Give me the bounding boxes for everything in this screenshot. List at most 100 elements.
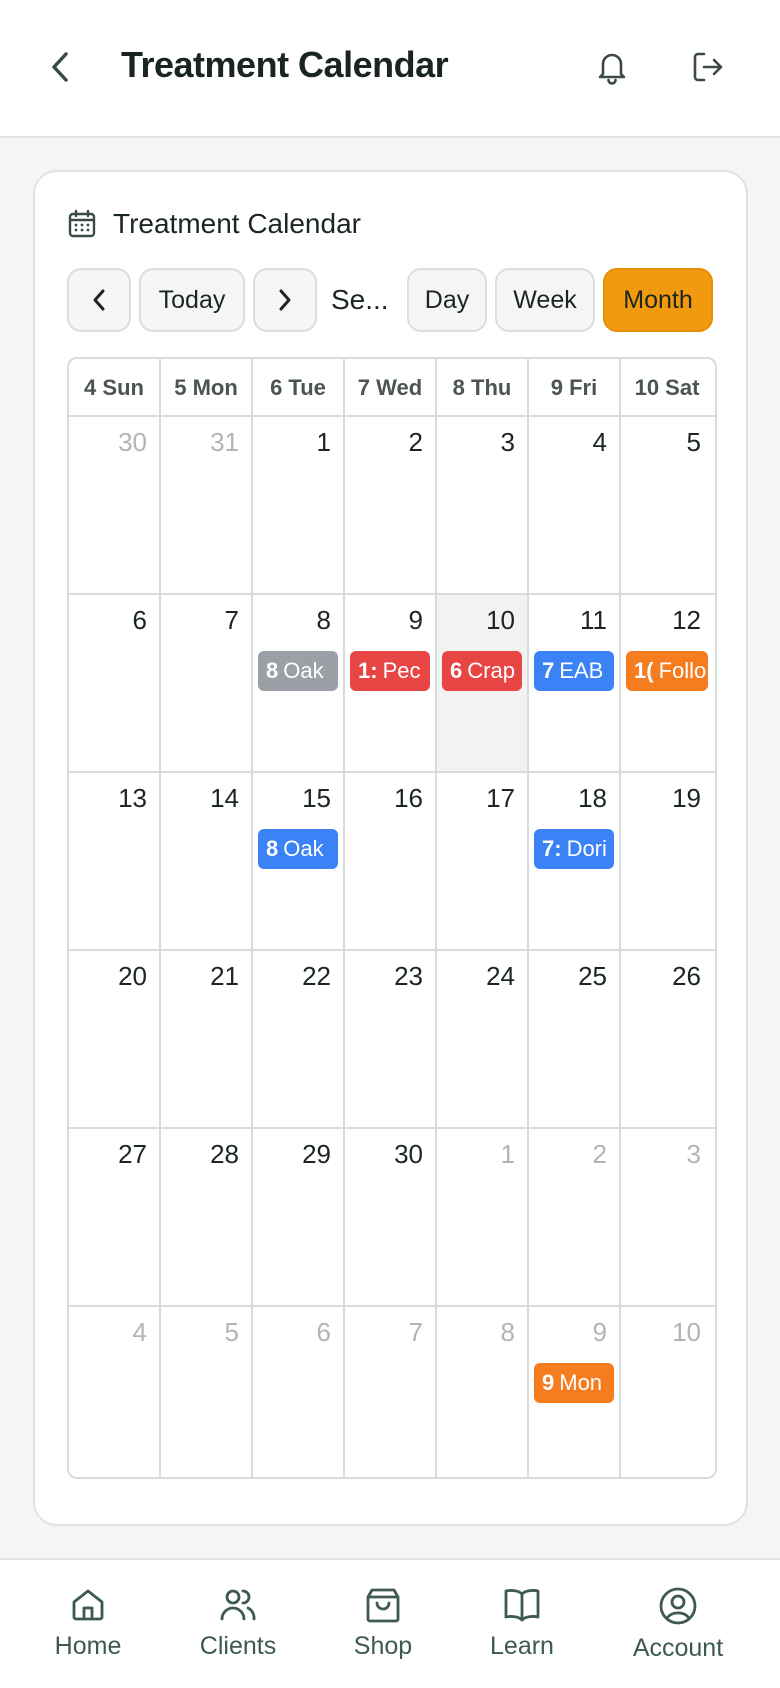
- calendar-event[interactable]: 8 Oak: [258, 651, 338, 691]
- day-cell[interactable]: 24: [437, 951, 529, 1127]
- nav-home[interactable]: Home: [28, 1586, 148, 1661]
- day-cell[interactable]: 11 7 EAB: [529, 595, 621, 771]
- calendar-toolbar: Today Se... Day Week Month: [67, 268, 717, 332]
- day-number: 25: [578, 961, 607, 991]
- weekday-header: 5 Mon: [161, 359, 253, 417]
- app-header: Treatment Calendar: [0, 0, 780, 138]
- day-cell[interactable]: 17: [437, 773, 529, 949]
- users-icon: [220, 1589, 256, 1621]
- day-cell-today[interactable]: 10 6 Crap: [437, 595, 529, 771]
- day-cell[interactable]: 28: [161, 1129, 253, 1305]
- day-number: 1: [500, 1139, 515, 1169]
- chevron-left-icon: [52, 52, 68, 82]
- day-cell[interactable]: 25: [529, 951, 621, 1127]
- day-cell[interactable]: 2: [345, 417, 437, 593]
- day-number: 10: [672, 1317, 701, 1347]
- day-cell[interactable]: 15 8 Oak: [253, 773, 345, 949]
- day-cell[interactable]: 20: [69, 951, 161, 1127]
- calendar-card: Treatment Calendar Today Se... Day Week …: [33, 170, 748, 1526]
- calendar-event[interactable]: 6 Crap: [442, 651, 522, 691]
- day-number: 4: [132, 1317, 147, 1347]
- day-cell[interactable]: 6: [69, 595, 161, 771]
- calendar-event[interactable]: 7 EAB: [534, 651, 614, 691]
- day-cell[interactable]: 7: [345, 1307, 437, 1477]
- logout-button[interactable]: [688, 47, 728, 87]
- day-cell[interactable]: 30: [345, 1129, 437, 1305]
- event-title: Oak: [283, 658, 324, 683]
- day-number: 7: [224, 605, 239, 635]
- nav-account[interactable]: Account: [618, 1586, 738, 1663]
- calendar-event[interactable]: 1(Follo: [626, 651, 708, 691]
- day-cell[interactable]: 30: [69, 417, 161, 593]
- day-cell[interactable]: 4: [69, 1307, 161, 1477]
- week-view-button[interactable]: Week: [495, 268, 595, 332]
- home-icon: [72, 1589, 104, 1621]
- day-cell[interactable]: 22: [253, 951, 345, 1127]
- day-number: 27: [118, 1139, 147, 1169]
- day-number: 6: [132, 605, 147, 635]
- day-cell[interactable]: 5: [161, 1307, 253, 1477]
- day-cell[interactable]: 10: [621, 1307, 713, 1477]
- day-cell[interactable]: 4: [529, 417, 621, 593]
- weekday-header: 4 Sun: [69, 359, 161, 417]
- nav-label: Home: [54, 1632, 122, 1660]
- day-cell[interactable]: 7: [161, 595, 253, 771]
- day-cell[interactable]: 16: [345, 773, 437, 949]
- day-number: 21: [210, 961, 239, 991]
- next-button[interactable]: [253, 268, 317, 332]
- day-cell[interactable]: 31: [161, 417, 253, 593]
- prev-button[interactable]: [67, 268, 131, 332]
- day-cell[interactable]: 23: [345, 951, 437, 1127]
- day-cell[interactable]: 14: [161, 773, 253, 949]
- day-number: 3: [686, 1139, 701, 1169]
- day-cell[interactable]: 26: [621, 951, 713, 1127]
- day-cell[interactable]: 5: [621, 417, 713, 593]
- day-number: 30: [118, 427, 147, 457]
- day-cell[interactable]: 8 8 Oak: [253, 595, 345, 771]
- chevron-left-icon: [93, 289, 105, 311]
- weekday-header: 7 Wed: [345, 359, 437, 417]
- event-time: 6: [450, 658, 463, 683]
- day-number: 10: [486, 605, 515, 635]
- month-view-button[interactable]: Month: [603, 268, 713, 332]
- day-number: 28: [210, 1139, 239, 1169]
- week-row: 20 21 22 23 24 25 26: [69, 951, 715, 1129]
- day-cell[interactable]: 19: [621, 773, 713, 949]
- calendar-event[interactable]: 1: Pec: [350, 651, 430, 691]
- calendar-event[interactable]: 9 Mon: [534, 1363, 614, 1403]
- day-cell[interactable]: 21: [161, 951, 253, 1127]
- notifications-button[interactable]: [592, 47, 632, 87]
- day-cell[interactable]: 1: [437, 1129, 529, 1305]
- day-cell[interactable]: 3: [437, 417, 529, 593]
- calendar-event[interactable]: 8 Oak: [258, 829, 338, 869]
- day-cell[interactable]: 18 7: Dori: [529, 773, 621, 949]
- day-cell[interactable]: 27: [69, 1129, 161, 1305]
- day-cell[interactable]: 12 1(Follo: [621, 595, 713, 771]
- day-number: 30: [394, 1139, 423, 1169]
- nav-learn[interactable]: Learn: [462, 1586, 582, 1661]
- day-cell[interactable]: 1: [253, 417, 345, 593]
- day-cell[interactable]: 29: [253, 1129, 345, 1305]
- day-cell[interactable]: 3: [621, 1129, 713, 1305]
- day-cell[interactable]: 6: [253, 1307, 345, 1477]
- event-time: 7: [542, 658, 555, 683]
- today-button[interactable]: Today: [139, 268, 245, 332]
- day-cell[interactable]: 2: [529, 1129, 621, 1305]
- week-row: 4 5 6 7 8 9 9 Mon 10: [69, 1307, 715, 1477]
- day-number: 14: [210, 783, 239, 813]
- weekday-header: 8 Thu: [437, 359, 529, 417]
- day-cell[interactable]: 9 1: Pec: [345, 595, 437, 771]
- nav-clients[interactable]: Clients: [178, 1586, 298, 1661]
- day-number: 1: [316, 427, 331, 457]
- day-view-button[interactable]: Day: [407, 268, 487, 332]
- calendar-event[interactable]: 7: Dori: [534, 829, 614, 869]
- day-number: 9: [592, 1317, 607, 1347]
- day-cell[interactable]: 13: [69, 773, 161, 949]
- day-cell[interactable]: 9 9 Mon: [529, 1307, 621, 1477]
- user-circle-icon: [659, 1587, 697, 1625]
- event-time: 7:: [542, 836, 562, 861]
- day-number: 2: [408, 427, 423, 457]
- nav-shop[interactable]: Shop: [323, 1586, 443, 1661]
- back-button[interactable]: [40, 47, 80, 87]
- day-cell[interactable]: 8: [437, 1307, 529, 1477]
